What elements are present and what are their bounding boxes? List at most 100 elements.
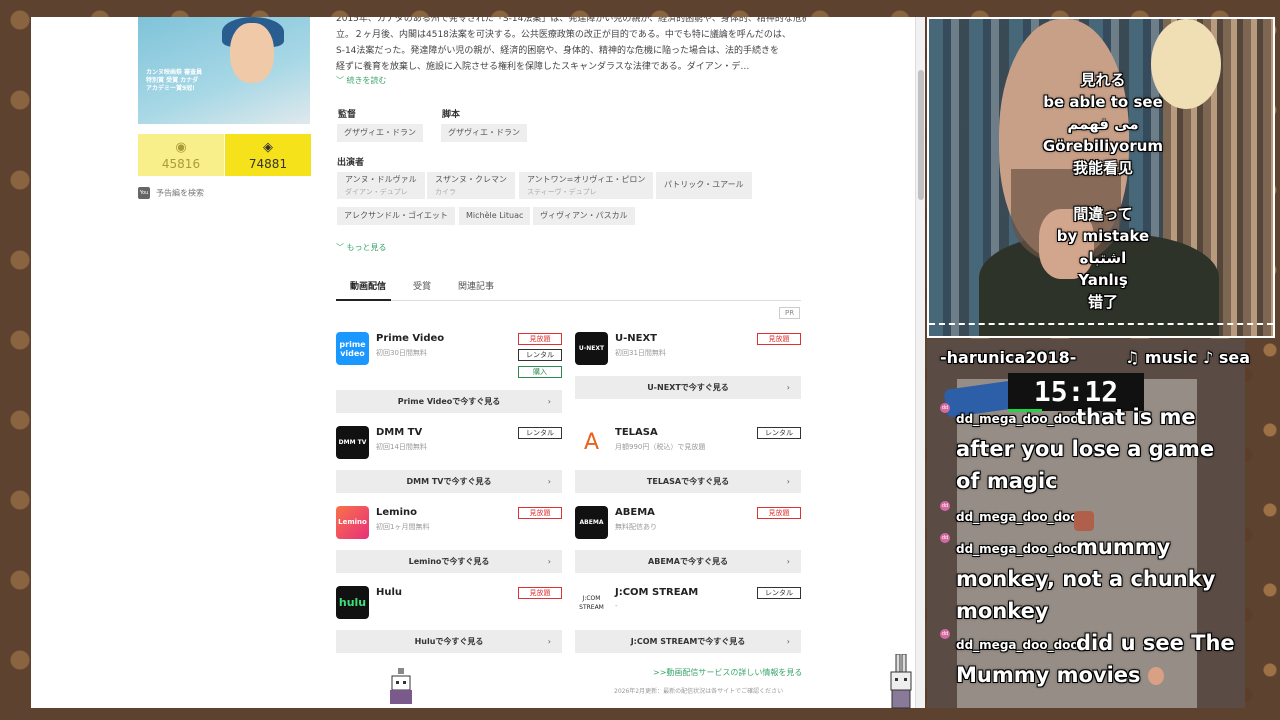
clip-icon: ◈ bbox=[263, 140, 273, 155]
tab-streaming[interactable]: 動画配信 bbox=[350, 279, 386, 292]
cast-name: アンヌ・ドルヴァル bbox=[345, 175, 417, 184]
cast-chip[interactable]: アレクサンドル・ゴイエット bbox=[337, 207, 455, 225]
watch-now-label: J:COM STREAMで今すぐ見る bbox=[630, 637, 746, 646]
watch-now-button[interactable]: Leminoで今すぐ見る › bbox=[336, 550, 562, 573]
caption-line: 間違って bbox=[1073, 205, 1133, 223]
watch-now-label: Prime Videoで今すぐ見る bbox=[397, 397, 501, 406]
chevron-right-icon: › bbox=[786, 557, 790, 566]
service-name: U-NEXT bbox=[615, 333, 658, 344]
service-trial: 初回31日間無料 bbox=[615, 349, 666, 357]
caption-line: می فهمم bbox=[1067, 115, 1139, 133]
watched-count-button[interactable]: ◉ 45816 bbox=[138, 134, 224, 176]
cast-role: カイラ bbox=[435, 188, 456, 196]
service-name: Prime Video bbox=[376, 333, 445, 344]
cast-chip[interactable]: スザンヌ・クレマン カイラ bbox=[427, 172, 515, 199]
browser-page: カンヌ映画祭 審査員特別賞 受賞 カナダ アカデミー賞9冠! ◉ 45816 ◈… bbox=[31, 17, 915, 708]
service-u-next: U-NEXT U-NEXT 初回31日間無料 見放題 U-NEXTで今すぐ見る › bbox=[575, 332, 801, 402]
emote-icon bbox=[1074, 511, 1094, 531]
synopsis: 2015年、カナダのある州で発令された「S-14法案」は、発達障がい児の親が、経… bbox=[336, 17, 806, 75]
watch-now-button[interactable]: Prime Videoで今すぐ見る › bbox=[336, 390, 562, 413]
watch-now-label: ABEMAで今すぐ見る bbox=[648, 557, 728, 566]
chat-message: dd dd_mega_doo_doo did u see The Mummy m… bbox=[940, 626, 1240, 692]
cast-role: スティーヴ・デュプレ bbox=[527, 188, 597, 196]
tab-articles[interactable]: 関連記事 bbox=[458, 279, 494, 292]
service-dmm-tv: DMM TV DMM TV 初回14日間無料 レンタル DMM TVで今すぐ見る… bbox=[336, 426, 562, 493]
watched-count: 45816 bbox=[161, 157, 201, 171]
chat-text-content: did u see The Mummy movies bbox=[956, 631, 1235, 687]
cast-role: ダイアン・デュプレ bbox=[345, 188, 408, 196]
chevron-right-icon: › bbox=[547, 397, 551, 406]
chevron-right-icon: › bbox=[547, 557, 551, 566]
movie-poster[interactable]: カンヌ映画祭 審査員特別賞 受賞 カナダ アカデミー賞9冠! bbox=[138, 17, 310, 124]
watch-now-label: Huluで今すぐ見る bbox=[414, 637, 484, 646]
caption-line: be able to see bbox=[1043, 93, 1163, 111]
service-trial: 初回14日間無料 bbox=[376, 443, 427, 451]
cast-chip[interactable]: ヴィヴィアン・パスカル bbox=[533, 207, 635, 225]
chat-text: did u see The Mummy movies bbox=[956, 627, 1240, 691]
cast-chip[interactable]: パトリック・ユアール bbox=[656, 172, 752, 199]
read-more-link[interactable]: ﹀ 続きを読む bbox=[336, 75, 387, 86]
service-details-link[interactable]: >>動画配信サービスの詳しい情報を見る bbox=[653, 667, 802, 678]
chevron-right-icon: › bbox=[547, 477, 551, 486]
tag-rental: レンタル bbox=[518, 427, 562, 439]
watch-now-button[interactable]: TELASAで今すぐ見る › bbox=[575, 470, 801, 493]
service-trial: - bbox=[615, 602, 618, 610]
jcom-stream-logo: J:COM STREAM bbox=[575, 586, 608, 619]
clip-count-button[interactable]: ◈ 74881 bbox=[225, 134, 311, 176]
eye-icon: ◉ bbox=[175, 140, 187, 155]
read-more-label: 続きを読む bbox=[346, 76, 387, 85]
cast-name: パトリック・ユアール bbox=[664, 180, 744, 189]
watch-now-label: DMM TVで今すぐ見る bbox=[406, 477, 492, 486]
watch-now-label: TELASAで今すぐ見る bbox=[646, 477, 730, 486]
service-prime-video: prime video Prime Video 初回30日間無料 見放題 レンタ… bbox=[336, 332, 562, 413]
pixel-character-sprite bbox=[390, 668, 412, 704]
telasa-logo: A bbox=[575, 426, 608, 459]
show-more-cast-link[interactable]: ﹀ もっと見る bbox=[336, 242, 387, 253]
trailer-search-label: 予告編を検索 bbox=[156, 188, 204, 198]
caption-top: 見れる be able to see می فهمم Görebiliyorum… bbox=[1029, 69, 1177, 179]
writer-label: 脚本 bbox=[442, 110, 461, 120]
lemino-logo: Lemino bbox=[336, 506, 369, 539]
watch-now-button[interactable]: U-NEXTで今すぐ見る › bbox=[575, 376, 801, 399]
user-badge-icon: dd bbox=[940, 403, 950, 413]
chat-message: dd dd_mega_doo_doo mummy monkey, not a c… bbox=[940, 530, 1240, 626]
pixel-rabbit-sprite bbox=[890, 654, 912, 709]
writer-chip[interactable]: グザヴィエ・ドラン bbox=[441, 124, 527, 142]
watch-now-button[interactable]: DMM TVで今すぐ見る › bbox=[336, 470, 562, 493]
watch-now-button[interactable]: ABEMAで今すぐ見る › bbox=[575, 550, 801, 573]
scroll-thumb[interactable] bbox=[918, 70, 924, 200]
trailer-search-link[interactable]: You 予告編を検索 bbox=[138, 187, 204, 199]
watch-now-label: U-NEXTで今すぐ見る bbox=[647, 383, 729, 392]
cast-chip[interactable]: アントワン=オリヴィエ・ピロン スティーヴ・デュプレ bbox=[519, 172, 654, 199]
service-trial: 無料配信あり bbox=[615, 523, 657, 531]
youtube-icon: You bbox=[138, 187, 150, 199]
poster-text: カンヌ映画祭 審査員特別賞 受賞 カナダ アカデミー賞9冠! bbox=[146, 69, 203, 92]
prime-video-logo: prime video bbox=[336, 332, 369, 365]
service-name: ABEMA bbox=[615, 507, 655, 518]
caption-line: 错了 bbox=[1087, 293, 1118, 311]
tag-unlimited: 見放題 bbox=[518, 507, 562, 519]
synopsis-line: 経ずに養育を放棄し、施設に入院させる権利を保障したスキャンダラスな法律である。ダ… bbox=[336, 62, 750, 72]
emote-icon bbox=[1147, 667, 1164, 685]
page-scrollbar[interactable] bbox=[915, 17, 925, 708]
watch-now-button[interactable]: J:COM STREAMで今すぐ見る › bbox=[575, 630, 801, 653]
cast-name: スザンヌ・クレマン bbox=[435, 175, 507, 184]
tag-unlimited: 見放題 bbox=[518, 587, 562, 599]
user-badge-icon: dd bbox=[940, 501, 950, 511]
tab-awards[interactable]: 受賞 bbox=[413, 279, 431, 292]
director-label: 監督 bbox=[338, 110, 357, 120]
service-name: J:COM STREAM bbox=[615, 587, 699, 598]
watch-now-button[interactable]: Huluで今すぐ見る › bbox=[336, 630, 562, 653]
cast-chip[interactable]: アンヌ・ドルヴァル ダイアン・デュプレ bbox=[337, 172, 425, 199]
poster-face bbox=[230, 23, 274, 83]
webcam-feed: 見れる be able to see می فهمم Görebiliyorum… bbox=[927, 17, 1275, 338]
cast-chip[interactable]: Michèle Lituac bbox=[459, 207, 531, 225]
director-chip[interactable]: グザヴィエ・ドラン bbox=[337, 124, 423, 142]
caption-divider bbox=[929, 323, 1273, 325]
service-jcom-stream: J:COM STREAM J:COM STREAM - レンタル J:COM S… bbox=[575, 586, 801, 653]
chevron-right-icon: › bbox=[786, 477, 790, 486]
chat-text: mummy monkey, not a chunky monkey bbox=[956, 535, 1216, 623]
caption-bottom: 間違って by mistake اشتباه Yanlış 错了 bbox=[1029, 203, 1177, 313]
chat-username: dd_mega_doo_doo bbox=[956, 510, 1079, 524]
synopsis-line: 2015年、カナダのある州で発令された「S-14法案」は、発達障がい児の親が、経… bbox=[336, 17, 806, 24]
